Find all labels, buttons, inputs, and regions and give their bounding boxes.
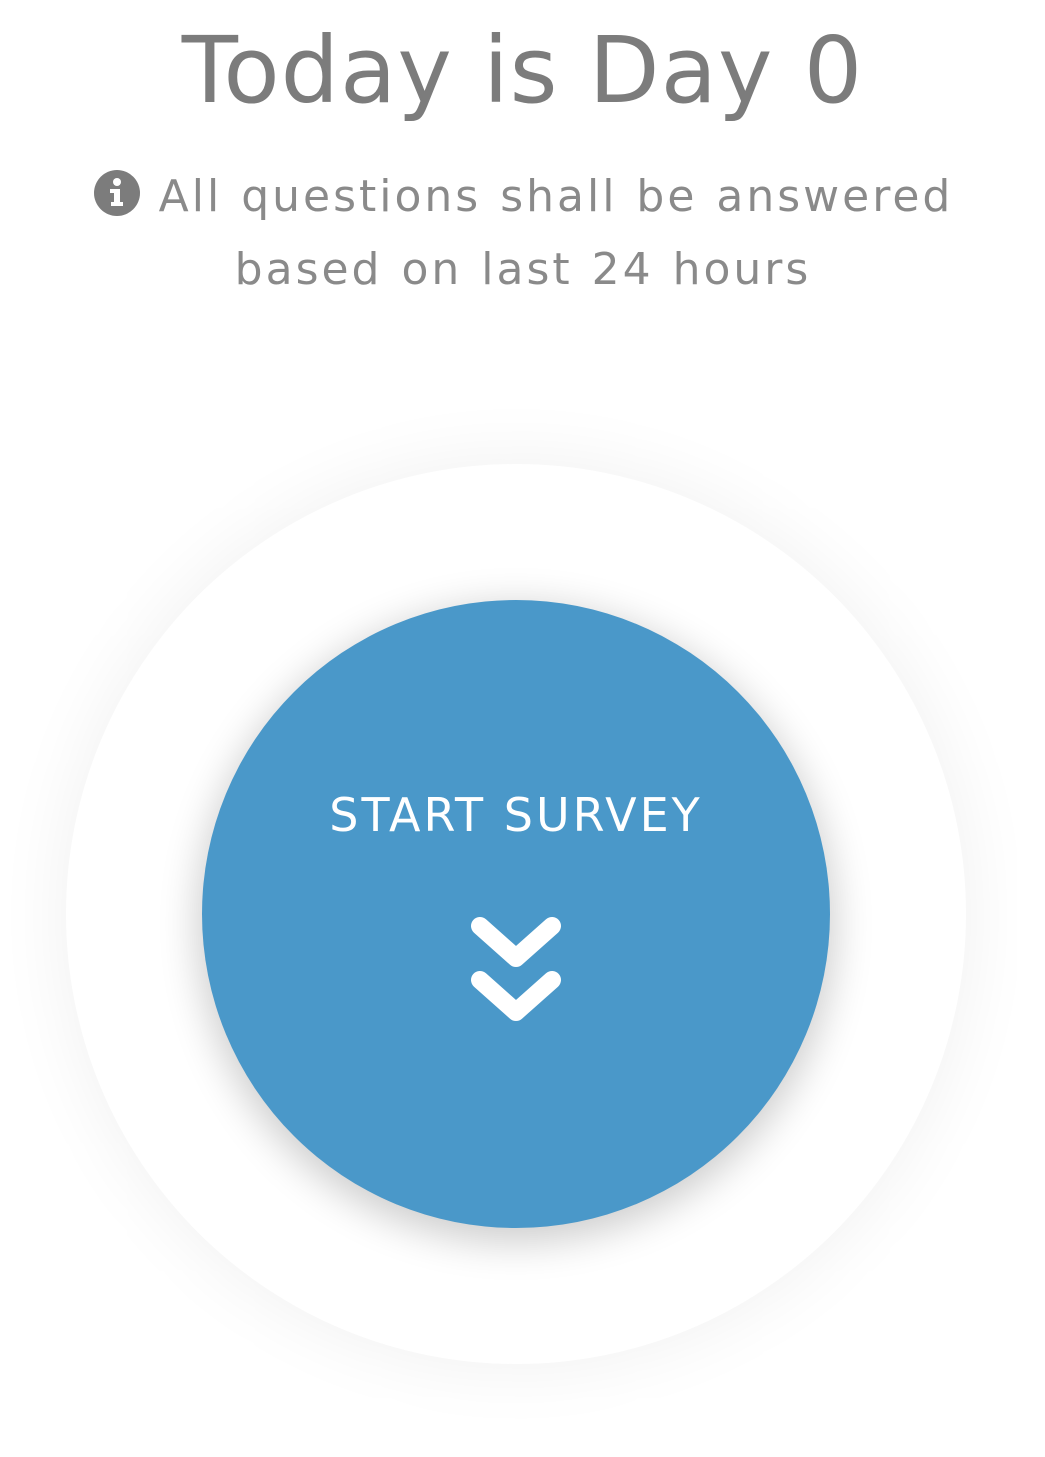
info-notice: All questions shall be answered based on… [14, 160, 1032, 306]
page-title: Today is Day 0 [181, 17, 864, 124]
start-survey-button[interactable]: START SURVEY [202, 600, 830, 1228]
double-chevron-down-icon [471, 917, 561, 1021]
notice-text: All questions shall be answered based on… [158, 171, 954, 295]
info-circle-icon [93, 170, 140, 216]
start-survey-label: START SURVEY [329, 788, 703, 842]
